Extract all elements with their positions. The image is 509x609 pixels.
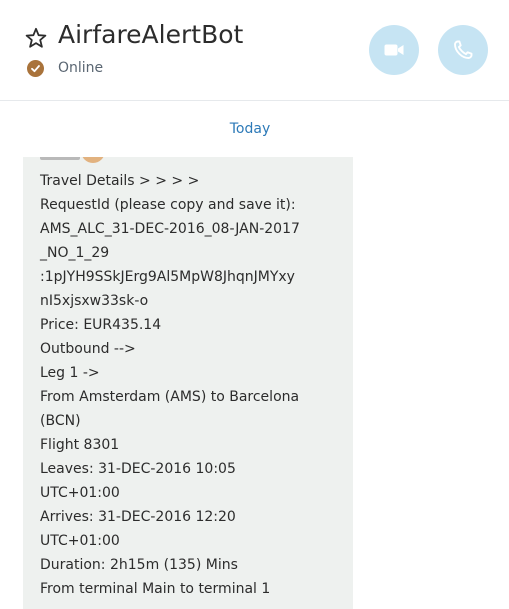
- message-line: UTC+01:00: [40, 533, 120, 549]
- message-line: Duration: 2h15m (135) Mins: [40, 557, 238, 573]
- message-line: AMS_ALC_31-DEC-2016_08-JAN-2017: [40, 221, 300, 237]
- message-line: Leaves: 31-DEC-2016 10:05: [40, 461, 236, 477]
- message-text: Travel Details > > > > RequestId (please …: [40, 169, 300, 601]
- presence-status: Online: [58, 60, 104, 76]
- message-line: Leg 1 ->: [40, 365, 100, 381]
- message-line: UTC+01:00: [40, 485, 120, 501]
- message-line: :1pJYH9SSkJErg9Al5MpW8JhqnJMYxy: [40, 269, 295, 285]
- message-line: Outbound -->: [40, 341, 136, 357]
- message-line: Arrives: 31-DEC-2016 12:20: [40, 509, 236, 525]
- message-line: Price: EUR435.14: [40, 317, 162, 333]
- contact-name: AirfareAlertBot: [58, 20, 244, 49]
- date-separator: Today: [229, 121, 271, 137]
- chat-header: AirfareAlertBot Online: [0, 0, 509, 101]
- chat-window: AirfareAlertBot Online Today Travel Deta…: [0, 0, 509, 609]
- message-line: From terminal Main to terminal 1: [40, 581, 271, 597]
- message-line: (BCN): [40, 413, 81, 429]
- message-line: nI5xjsxw33sk-o: [40, 293, 149, 309]
- video-call-button[interactable]: [369, 25, 419, 75]
- online-status-icon: [27, 60, 44, 77]
- message-bubble: Travel Details > > > > RequestId (please …: [23, 157, 353, 609]
- emoji-icon: [81, 157, 105, 163]
- phone-icon: [454, 40, 473, 59]
- sender-name-fragment: [40, 157, 80, 160]
- message-line: Flight 8301: [40, 437, 120, 453]
- message-line: _NO_1_29: [40, 245, 110, 261]
- video-camera-icon: [384, 44, 404, 56]
- message-line: Travel Details > > > >: [40, 173, 200, 189]
- message-line: From Amsterdam (AMS) to Barcelona: [40, 389, 300, 405]
- message-line: RequestId (please copy and save it):: [40, 197, 296, 213]
- favorite-star-icon[interactable]: [24, 26, 48, 50]
- audio-call-button[interactable]: [438, 25, 488, 75]
